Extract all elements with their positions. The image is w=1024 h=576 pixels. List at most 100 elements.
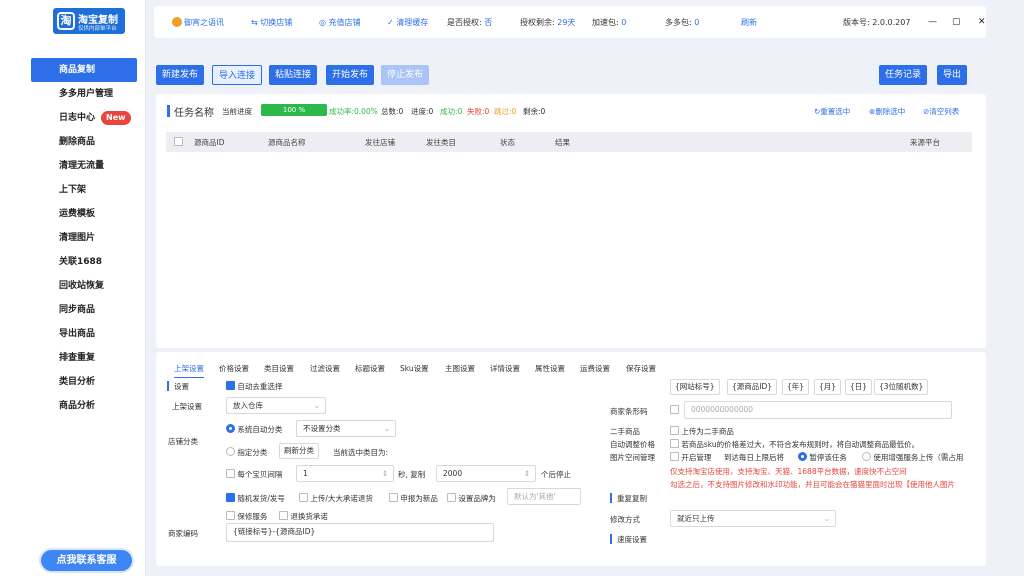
merchant-code-input[interactable]: {链接标号}-{源商品ID} — [226, 523, 494, 542]
barcode-label: 商家条形码 — [610, 407, 648, 416]
brand-checkbox[interactable] — [447, 493, 456, 502]
auto-dedup-checkbox[interactable] — [226, 381, 235, 390]
manual-ship-option[interactable]: 随机发货/发号 — [226, 493, 285, 504]
interval-input[interactable]: 1 ⇕ — [296, 465, 394, 482]
sidebar-item-delete[interactable]: 删除商品 — [31, 130, 137, 154]
image-space-checkbox[interactable] — [670, 452, 679, 461]
tab-attributes[interactable]: 属性设置 — [535, 363, 565, 374]
sidebar-item-link-1688[interactable]: 关联1688 — [31, 250, 137, 274]
export-button[interactable]: 导出 — [937, 65, 968, 85]
tag-month-button[interactable]: {月} — [814, 379, 842, 395]
contact-support-button[interactable]: 点我联系客服 — [41, 550, 132, 571]
sidebar-item-shelf[interactable]: 上下架 — [31, 178, 137, 202]
auto-category-option[interactable]: 系统自动分类 — [226, 424, 282, 435]
brand-option[interactable]: 设置品牌为 — [447, 493, 496, 504]
copy-count-input[interactable]: 2000 ⇕ — [436, 465, 536, 482]
tab-freight[interactable]: 运费设置 — [580, 363, 610, 374]
col-source-name[interactable]: 源商品名称 — [268, 137, 306, 148]
sidebar-item-freight[interactable]: 运费模板 — [31, 202, 137, 226]
import-link-button[interactable]: 导入连接 — [212, 65, 263, 85]
warranty-option[interactable]: 保修服务 — [226, 511, 267, 522]
switch-shop-link[interactable]: ⇆ 切换店铺 — [251, 17, 292, 28]
tag-year-button[interactable]: {年} — [782, 379, 810, 395]
sidebar-item-copy[interactable]: 商品复制 — [31, 58, 137, 82]
reselect-link[interactable]: ↻重置选中 — [814, 106, 850, 117]
col-target-category[interactable]: 发往类目 — [426, 137, 456, 148]
tab-title[interactable]: 标题设置 — [355, 363, 385, 374]
clear-cache-link[interactable]: ✓ 清理缓存 — [387, 17, 428, 28]
sidebar-item-users[interactable]: 多多用户管理 — [31, 82, 137, 106]
barcode-checkbox[interactable] — [670, 405, 679, 414]
select-all-checkbox[interactable] — [174, 137, 183, 146]
interval-option[interactable]: 每个宝贝间隔 — [226, 469, 282, 480]
new-product-checkbox[interactable] — [389, 493, 398, 502]
specify-category-radio[interactable] — [226, 447, 235, 456]
refund-option[interactable]: 退换货承诺 — [279, 511, 328, 522]
second-hand-checkbox[interactable] — [670, 426, 679, 435]
second-hand-option[interactable]: 上传为二手商品 — [670, 426, 734, 437]
auto-category-radio[interactable] — [226, 424, 235, 433]
maximize-icon[interactable]: ▢ — [952, 17, 961, 27]
refresh-link[interactable]: 刷新 — [741, 17, 757, 28]
use-service-radio[interactable] — [862, 452, 871, 461]
auto-price-checkbox[interactable] — [670, 439, 679, 448]
tab-main-image[interactable]: 主图设置 — [445, 363, 475, 374]
tab-upload[interactable]: 上架设置 — [174, 363, 204, 378]
tag-random-button[interactable]: {3位随机数} — [874, 379, 929, 395]
specify-category-option[interactable]: 指定分类 — [226, 447, 267, 458]
interval-checkbox[interactable] — [226, 469, 235, 478]
auto-dedup-option[interactable]: 自动去重选择 — [226, 381, 282, 392]
upload-setting-select[interactable]: 放入仓库 ⌄ — [226, 397, 326, 414]
col-result[interactable]: 结果 — [555, 137, 570, 148]
sidebar-item-logs[interactable]: 日志中心 New — [31, 106, 137, 130]
tab-save[interactable]: 保存设置 — [626, 363, 656, 374]
image-space-option[interactable]: 开启管理 — [670, 452, 711, 463]
pause-task-option[interactable]: 暂停该任务 — [798, 452, 847, 463]
sidebar-item-clean-traffic[interactable]: 清理无流量 — [31, 154, 137, 178]
sidebar-item-recycle[interactable]: 回收站恢复 — [31, 274, 137, 298]
tab-category[interactable]: 类目设置 — [264, 363, 294, 374]
tab-filter[interactable]: 过滤设置 — [310, 363, 340, 374]
auto-price-option[interactable]: 若商品sku的价格差过大，不符合发布规则时，将自动调整商品最低价。 — [670, 439, 919, 450]
barcode-input[interactable]: 0000000000000 — [684, 401, 952, 419]
return-option[interactable]: 上传/大大承诺退货 — [299, 493, 373, 504]
tag-day-button[interactable]: {日} — [845, 379, 873, 395]
col-target-shop[interactable]: 发往店铺 — [365, 137, 395, 148]
refund-checkbox[interactable] — [279, 511, 288, 520]
refresh-category-button[interactable]: 刷新分类 — [279, 443, 319, 459]
tag-source-id-button[interactable]: {源商品ID} — [727, 379, 778, 395]
auto-category-select[interactable]: 不设置分类 ⌄ — [296, 420, 396, 437]
recharge-shop-link[interactable]: ◎ 充值店铺 — [319, 17, 361, 28]
shop-name[interactable]: 御宵之语讯 — [172, 17, 224, 28]
task-log-button[interactable]: 任务记录 — [879, 65, 928, 85]
sidebar-item-sync[interactable]: 同步商品 — [31, 298, 137, 322]
warranty-checkbox[interactable] — [226, 511, 235, 520]
close-icon[interactable]: ✕ — [978, 17, 986, 27]
manual-ship-checkbox[interactable] — [226, 493, 235, 502]
tab-sku[interactable]: Sku设置 — [400, 363, 429, 374]
sidebar-item-product-analysis[interactable]: 商品分析 — [31, 394, 137, 418]
col-source-id[interactable]: 源商品ID — [194, 137, 225, 148]
return-checkbox[interactable] — [299, 493, 308, 502]
clear-list-link[interactable]: ⊘清空列表 — [923, 106, 959, 117]
new-product-option[interactable]: 申报为新品 — [389, 493, 438, 504]
tab-detail[interactable]: 详情设置 — [490, 363, 520, 374]
delete-selected-link[interactable]: ⊗删除选中 — [869, 106, 905, 117]
tab-price[interactable]: 价格设置 — [219, 363, 249, 374]
paste-link-button[interactable]: 粘贴连接 — [269, 65, 318, 85]
modify-method-select[interactable]: 就近只上传 ⌄ — [670, 510, 836, 527]
col-status[interactable]: 状态 — [500, 137, 515, 148]
tag-site-button[interactable]: {网站标号} — [670, 379, 720, 395]
minimize-icon[interactable]: — — [928, 17, 937, 27]
start-publish-button[interactable]: 开始发布 — [326, 65, 375, 85]
stop-publish-button[interactable]: 停止发布 — [381, 65, 430, 85]
new-publish-button[interactable]: 新建发布 — [156, 65, 205, 85]
sidebar-item-duplicate[interactable]: 排查重复 — [31, 346, 137, 370]
brand-input[interactable]: 默认为'其他' — [507, 488, 581, 505]
col-source-platform[interactable]: 来源平台 — [910, 137, 940, 148]
pause-task-radio[interactable] — [798, 452, 807, 461]
sidebar-item-category-analysis[interactable]: 类目分析 — [31, 370, 137, 394]
sidebar-item-export[interactable]: 导出商品 — [31, 322, 137, 346]
use-service-option[interactable]: 使用增强服务上传（需占用 — [862, 452, 974, 463]
sidebar-item-clean-images[interactable]: 清理图片 — [31, 226, 137, 250]
